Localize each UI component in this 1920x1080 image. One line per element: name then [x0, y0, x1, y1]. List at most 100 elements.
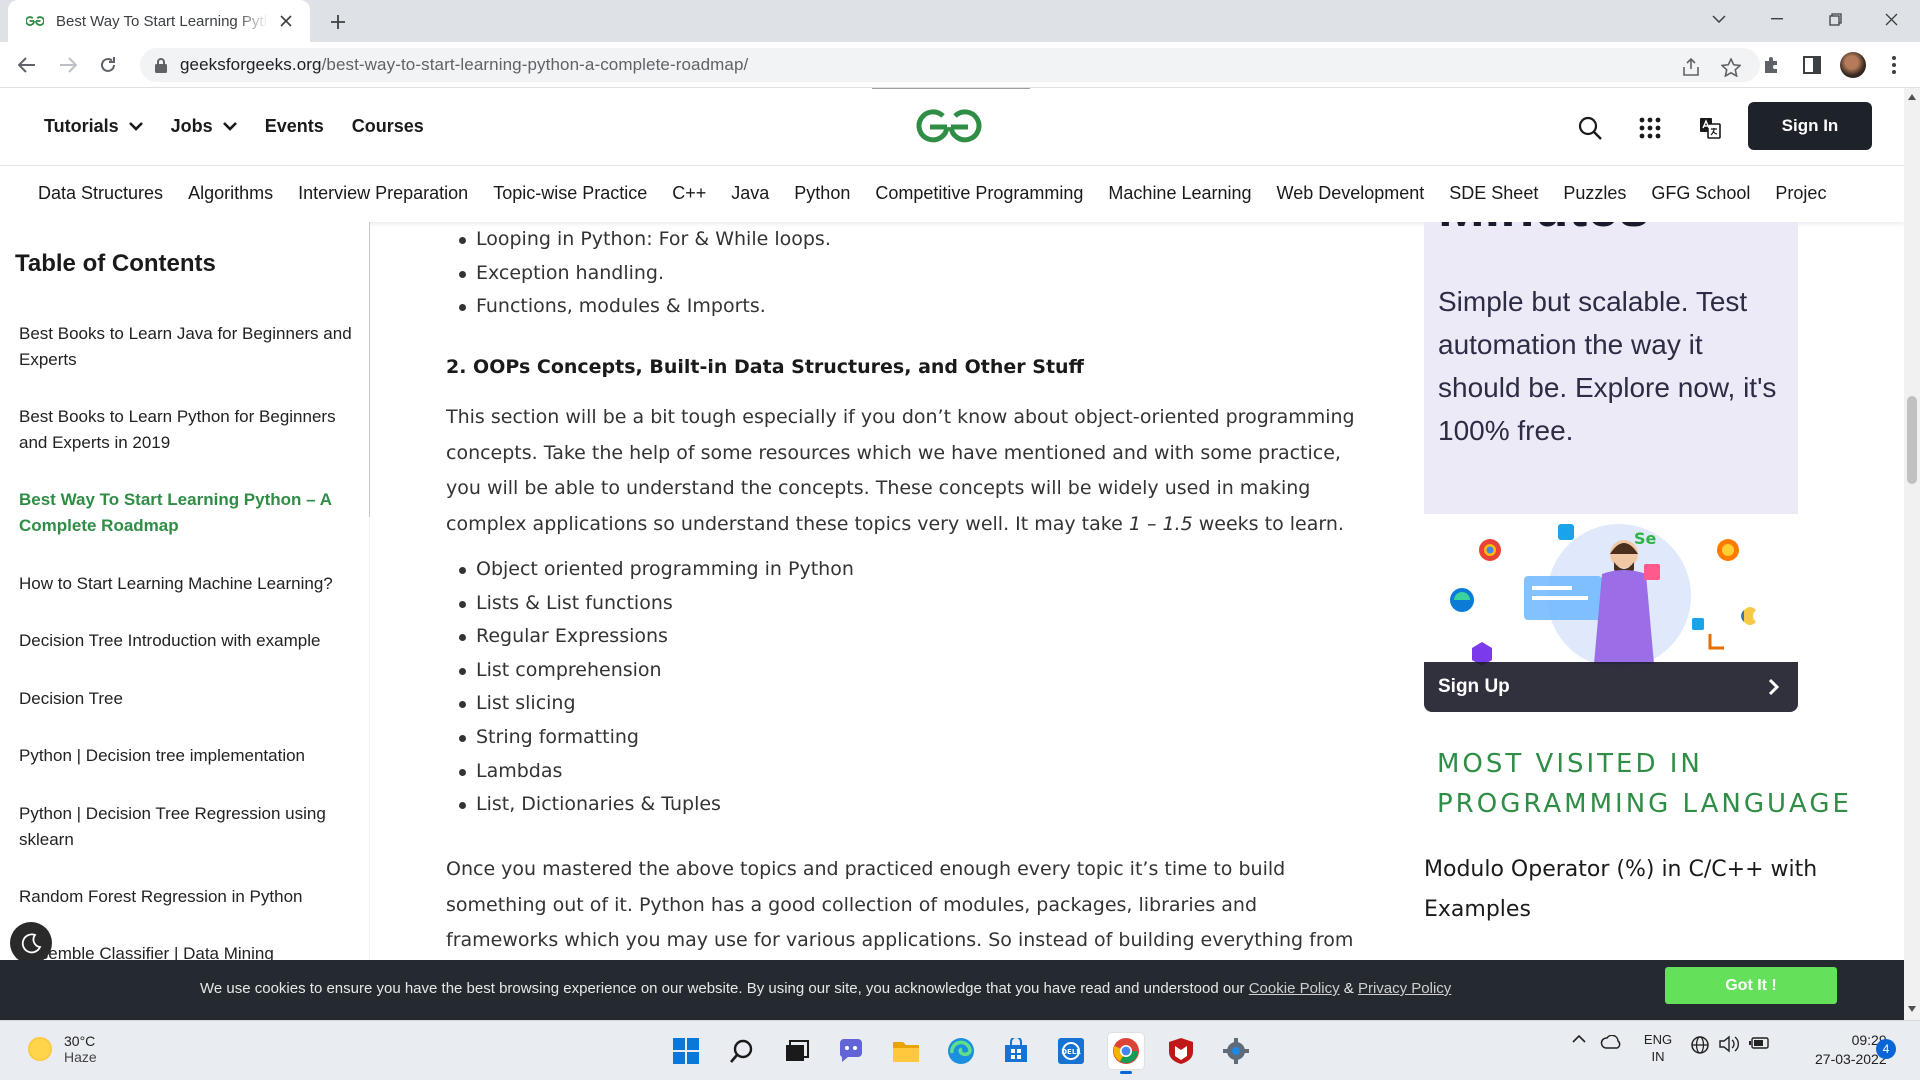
nav-tutorials[interactable]: Tutorials	[44, 116, 143, 137]
mcafee-icon[interactable]	[1163, 1033, 1199, 1069]
list-item: Lambdas	[459, 755, 854, 789]
site-header: Tutorials Jobs Events Courses Sign In	[0, 88, 1904, 166]
browser-menu-kebab-icon[interactable]	[1883, 54, 1905, 76]
toc-item[interactable]: Decision Tree Introduction with example	[19, 628, 354, 654]
profile-avatar[interactable]	[1840, 52, 1866, 78]
list-item: Exception handling.	[459, 257, 831, 291]
toc-item[interactable]: Python | Decision Tree Regression using …	[19, 801, 354, 853]
tab-close-icon[interactable]	[276, 11, 296, 31]
category-data-structures[interactable]: Data Structures	[38, 183, 163, 204]
category-competitive-programming[interactable]: Competitive Programming	[875, 183, 1083, 204]
list-item: String formatting	[459, 721, 854, 755]
toc-item[interactable]: Random Forest Regression in Python	[19, 884, 354, 910]
dark-mode-toggle-button[interactable]	[10, 922, 52, 964]
edge-browser-icon[interactable]	[943, 1033, 979, 1069]
duration-emphasis: 1 – 1.5	[1128, 512, 1193, 535]
browser-tab[interactable]: Best Way To Start Learning Python – A Co…	[8, 0, 310, 42]
toc-item[interactable]: Best Books to Learn Java for Beginners a…	[19, 321, 354, 373]
moon-icon	[21, 933, 42, 954]
microsoft-store-icon[interactable]	[998, 1033, 1034, 1069]
toc-item[interactable]: Ensemble Classifier | Data Mining	[19, 941, 354, 960]
dell-app-icon[interactable]: DELL	[1053, 1033, 1089, 1069]
minimize-icon[interactable]	[1748, 0, 1806, 38]
category-web-development[interactable]: Web Development	[1277, 183, 1425, 204]
translate-icon[interactable]	[1696, 114, 1724, 142]
scroll-up-arrow-icon[interactable]	[1908, 94, 1916, 100]
list-item: List, Dictionaries & Tuples	[459, 788, 854, 822]
ad-sign-up-button[interactable]: Sign Up	[1424, 662, 1798, 712]
weather-temperature: 30°C	[64, 1033, 96, 1049]
got-it-button[interactable]: Got It !	[1665, 967, 1837, 1004]
toc-item[interactable]: Decision Tree	[19, 686, 354, 712]
sidebar-advertisement[interactable]: Minutes Simple but scalable. Test automa…	[1424, 222, 1798, 712]
category-machine-learning[interactable]: Machine Learning	[1108, 183, 1251, 204]
back-arrow-icon[interactable]	[13, 51, 41, 79]
search-icon[interactable]	[723, 1033, 759, 1069]
search-icon[interactable]	[1576, 114, 1604, 142]
category-topic-wise-practice[interactable]: Topic-wise Practice	[493, 183, 647, 204]
list-item: Regular Expressions	[459, 620, 854, 654]
extensions-puzzle-icon[interactable]	[1761, 54, 1783, 76]
scroll-down-arrow-icon[interactable]	[1908, 1006, 1916, 1012]
paragraph-next-steps: Once you mastered the above topics and p…	[446, 858, 1354, 951]
nav-jobs[interactable]: Jobs	[171, 116, 237, 137]
sign-in-button[interactable]: Sign In	[1748, 102, 1872, 150]
category-cpp[interactable]: C++	[672, 183, 706, 204]
notification-badge[interactable]: 4	[1876, 1039, 1896, 1059]
toc-item-active[interactable]: Best Way To Start Learning Python – A Co…	[19, 487, 354, 539]
onedrive-cloud-icon[interactable]	[1598, 1035, 1624, 1049]
page-scrollbar-thumb[interactable]	[1907, 396, 1917, 484]
chrome-browser-icon[interactable]	[1108, 1033, 1144, 1074]
category-algorithms[interactable]: Algorithms	[188, 183, 273, 204]
toc-item[interactable]: Best Books to Learn Python for Beginners…	[19, 404, 354, 456]
start-menu-icon[interactable]	[668, 1033, 704, 1069]
tab-search-icon[interactable]	[1690, 0, 1748, 38]
language-indicator[interactable]: ENG IN	[1638, 1031, 1678, 1065]
reload-icon[interactable]	[94, 51, 122, 79]
share-icon[interactable]	[1680, 56, 1702, 78]
teams-chat-icon[interactable]	[833, 1033, 869, 1069]
file-explorer-icon[interactable]	[888, 1033, 924, 1069]
category-gfg-school[interactable]: GFG School	[1651, 183, 1750, 204]
bookmark-star-icon[interactable]	[1720, 56, 1742, 78]
toc-title: Table of Contents	[15, 250, 216, 277]
category-interview-preparation[interactable]: Interview Preparation	[298, 183, 468, 204]
apps-grid-icon[interactable]	[1636, 114, 1664, 142]
chevron-right-icon	[1768, 678, 1780, 696]
nav-courses[interactable]: Courses	[352, 116, 424, 137]
toc-item[interactable]: Python | Decision tree implementation	[19, 743, 354, 769]
sun-haze-icon	[28, 1037, 52, 1061]
category-projects[interactable]: Projec	[1775, 183, 1826, 204]
top-nav: Tutorials Jobs Events Courses	[44, 116, 424, 137]
address-bar[interactable]: geeksforgeeks.org/best-way-to-start-lear…	[140, 48, 1760, 82]
new-tab-icon[interactable]	[326, 10, 350, 34]
settings-gear-icon[interactable]	[1218, 1033, 1254, 1069]
side-panel-icon[interactable]	[1801, 54, 1823, 76]
weather-widget[interactable]: 30°C Haze	[28, 1033, 97, 1065]
cookie-policy-link[interactable]: Cookie Policy	[1249, 980, 1340, 997]
restore-icon[interactable]	[1806, 0, 1864, 38]
nav-events[interactable]: Events	[265, 116, 324, 137]
volume-speaker-icon[interactable]	[1716, 1035, 1742, 1053]
category-bar: Data Structures Algorithms Interview Pre…	[0, 166, 1904, 222]
most-visited-heading: MOST VISITED IN PROGRAMMING LANGUAGE	[1437, 749, 1852, 819]
show-hidden-icons-chevron-icon[interactable]	[1568, 1035, 1590, 1043]
forward-arrow-icon[interactable]	[54, 51, 82, 79]
toc-item[interactable]: How to Start Learning Machine Learning?	[19, 571, 354, 597]
gfg-logo[interactable]	[912, 106, 986, 146]
toc-scrollbar-thumb[interactable]	[369, 222, 370, 517]
most-visited-link[interactable]: Modulo Operator (%) in C/C++ with Exampl…	[1424, 850, 1854, 930]
privacy-policy-link[interactable]: Privacy Policy	[1358, 980, 1451, 997]
category-python[interactable]: Python	[794, 183, 850, 204]
category-puzzles[interactable]: Puzzles	[1563, 183, 1626, 204]
category-java[interactable]: Java	[731, 183, 769, 204]
window-close-icon[interactable]	[1862, 0, 1920, 38]
page-scrollbar[interactable]	[1904, 88, 1920, 1020]
network-globe-icon[interactable]	[1688, 1035, 1712, 1055]
battery-icon[interactable]	[1746, 1035, 1772, 1051]
list-item: Lists & List functions	[459, 587, 854, 621]
task-view-icon[interactable]	[778, 1033, 814, 1069]
list-item: Functions, modules & Imports.	[459, 290, 831, 324]
category-sde-sheet[interactable]: SDE Sheet	[1449, 183, 1538, 204]
paragraph-oops: This section will be a bit tough especia…	[446, 400, 1366, 542]
